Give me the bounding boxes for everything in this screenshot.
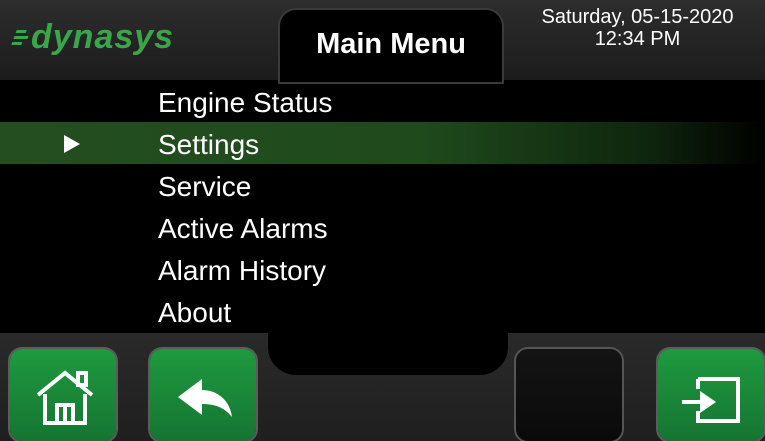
menu-item-label: Settings [158, 129, 260, 160]
menu-item-label: Service [158, 171, 252, 202]
time-text: 12:34 PM [594, 28, 681, 50]
back-button[interactable] [150, 349, 256, 441]
menu-item-alarm-history[interactable]: Alarm History [0, 248, 765, 290]
menu-item-active-alarms[interactable]: Active Alarms [0, 206, 765, 248]
header: dynasys Main Menu Saturday, 05-15-2020 1… [0, 0, 765, 82]
menu-item-about[interactable]: About [0, 290, 765, 332]
blank-button[interactable] [516, 349, 622, 441]
menu-item-service[interactable]: Service [0, 164, 765, 206]
menu-item-label: Active Alarms [158, 213, 328, 244]
home-icon [36, 370, 94, 425]
footer-notch [268, 333, 508, 375]
selection-arrow-icon [64, 135, 80, 153]
logo-text: dynasys [31, 17, 175, 56]
main-menu-list: Engine Status Settings Service Active Al… [0, 80, 765, 332]
date-text: Saturday, 05-15-2020 [541, 6, 734, 28]
title-tab: Main Menu [280, 10, 502, 82]
menu-item-settings[interactable]: Settings [0, 122, 765, 164]
logo-mark-icon [11, 29, 30, 45]
menu-item-label: Engine Status [158, 87, 333, 118]
back-arrow-icon [178, 379, 232, 417]
home-button[interactable] [10, 349, 116, 441]
enter-button[interactable] [658, 349, 764, 441]
menu-item-label: Alarm History [158, 255, 327, 286]
screen: dynasys Main Menu Saturday, 05-15-2020 1… [0, 0, 765, 441]
enter-icon [682, 377, 740, 423]
menu-item-engine-status[interactable]: Engine Status [0, 80, 765, 122]
datetime: Saturday, 05-15-2020 12:34 PM [510, 6, 765, 50]
dynasys-logo: dynasys [11, 17, 175, 57]
menu-item-label: About [158, 297, 232, 328]
page-title: Main Menu [316, 28, 466, 60]
